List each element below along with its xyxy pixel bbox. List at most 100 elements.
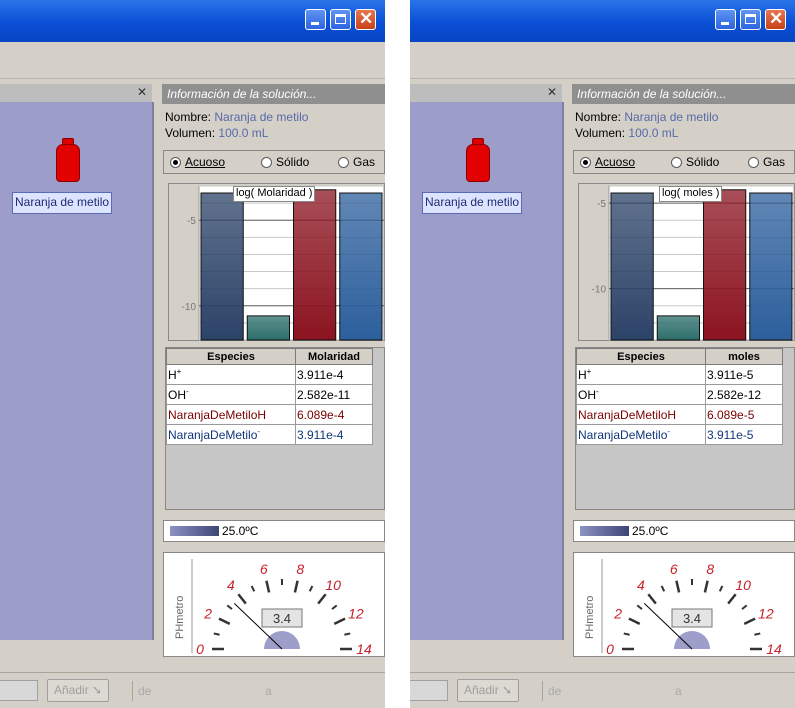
info-name: Nombre: Naranja de metilo (165, 110, 308, 124)
radio-solido[interactable]: Sólido (261, 155, 309, 169)
gauge-label: 4 (637, 577, 645, 593)
ph-meter: PHmetro 0 2 4 6 8 10 12 14 3.4 (163, 552, 385, 657)
species-cell: NaranjaDeMetiloH (166, 404, 296, 425)
minimize-icon (311, 22, 319, 25)
col-header-value: moles (705, 348, 783, 365)
solution-canvas[interactable] (410, 102, 564, 640)
species-cell: NaranjaDeMetilo- (166, 424, 296, 445)
bottle-label: Naranja de metilo (12, 192, 113, 214)
species-cell: NaranjaDeMetilo- (576, 424, 706, 445)
gauge-label: 2 (203, 605, 212, 621)
bottle-label: Naranja de metilo (422, 192, 523, 214)
gauge-label: 6 (260, 561, 268, 577)
table-row: H+ 3.911e-4 (166, 364, 373, 385)
gauge-label: 8 (296, 561, 304, 577)
canvas-header: ✕ (0, 84, 152, 102)
gauge-tick (628, 617, 641, 625)
y-tick-label: -5 (187, 216, 196, 227)
phase-selector: Acuoso Sólido Gas (573, 150, 795, 174)
chart-title: log( moles ) (659, 186, 723, 202)
bar-chart-svg: -5 -10 (182, 185, 385, 341)
maximize-button[interactable] (740, 9, 761, 30)
bar-NaranjaDeMetiloH (293, 189, 337, 341)
volume-value: 100.0 mL (628, 126, 679, 140)
close-icon[interactable]: ✕ (137, 85, 147, 99)
radio-gas[interactable]: Gas (748, 155, 785, 169)
gauge-tick (718, 585, 724, 592)
table-row: NaranjaDeMetilo- 3.911e-5 (576, 424, 783, 445)
temperature-value: 25.0ºC (222, 524, 259, 538)
gauge-tick (331, 604, 338, 610)
value-cell: 3.911e-4 (295, 364, 373, 385)
minimize-button[interactable] (305, 9, 326, 30)
temperature-value: 25.0ºC (632, 524, 669, 538)
gauge-readout: 3.4 (273, 611, 291, 626)
value-cell: 6.089e-4 (295, 404, 373, 425)
name-value: Naranja de metilo (624, 110, 719, 124)
meter-label: PHmetro (174, 596, 186, 639)
gauge-tick (333, 617, 346, 625)
gauge-tick (743, 617, 756, 625)
y-tick-label: -10 (592, 285, 607, 296)
thermometer-bar (580, 526, 629, 536)
radio-gas[interactable]: Gas (338, 155, 375, 169)
bar-chart: -5 -10 log( Molaridad ) (168, 183, 385, 341)
gauge-label: 12 (758, 605, 774, 621)
add-icon: ➘ (92, 683, 103, 697)
close-icon: ✕ (359, 9, 374, 28)
bar-OH- (246, 315, 290, 341)
add-button[interactable]: Añadir ➘ (47, 679, 110, 702)
gauge-label: 12 (348, 605, 364, 621)
bottom-toolbar: Añadir ➘ de a (410, 672, 795, 708)
bottle-icon[interactable] (56, 138, 80, 182)
canvas-header: ✕ (410, 84, 562, 102)
maximize-button[interactable] (330, 9, 351, 30)
close-icon[interactable]: ✕ (547, 85, 557, 99)
chart-title: log( Molaridad ) (233, 186, 316, 202)
value-cell: 3.911e-5 (705, 364, 783, 385)
separator (132, 681, 133, 701)
close-button[interactable]: ✕ (765, 9, 786, 30)
gauge-tick (226, 604, 233, 610)
gauge-label: 14 (356, 641, 372, 657)
col-header-species: Especies (166, 348, 296, 365)
de-label: de (138, 684, 152, 698)
gauge-label: 0 (606, 641, 614, 657)
gauge-tick (636, 604, 643, 610)
radio-acuoso[interactable]: Acuoso (170, 155, 225, 169)
close-button[interactable]: ✕ (355, 9, 376, 30)
add-icon: ➘ (502, 683, 513, 697)
value-cell: 3.911e-5 (705, 424, 783, 445)
col-header-species: Especies (576, 348, 706, 365)
gauge-tick (675, 580, 681, 593)
add-button[interactable]: Añadir ➘ (457, 679, 520, 702)
gauge-label: 4 (227, 577, 235, 593)
app-window-moles: ✕ ✕ Naranja de metilo Información de la … (410, 0, 795, 708)
gauge-tick (344, 632, 351, 636)
minimize-icon (721, 22, 729, 25)
bar-chart: -5 -10 log( moles ) (578, 183, 795, 341)
minimize-button[interactable] (715, 9, 736, 30)
radio-solido[interactable]: Sólido (671, 155, 719, 169)
amount-field[interactable] (0, 680, 38, 701)
radio-acuoso[interactable]: Acuoso (580, 155, 635, 169)
gauge-tick (647, 593, 657, 605)
value-cell: 2.582e-11 (295, 384, 373, 405)
info-volume: Volumen: 100.0 mL (575, 126, 678, 140)
gauge-hub (674, 631, 710, 649)
gauge-tick (741, 604, 748, 610)
ph-meter: PHmetro 0 2 4 6 8 10 12 14 3.4 (573, 552, 795, 657)
col-header-value: Molaridad (295, 348, 373, 365)
bar-H+ (610, 192, 654, 341)
table-row: H+ 3.911e-5 (576, 364, 783, 385)
table-row: NaranjaDeMetilo- 3.911e-4 (166, 424, 373, 445)
bottle-icon[interactable] (466, 138, 490, 182)
species-cell: OH- (166, 384, 296, 405)
amount-field[interactable] (410, 680, 448, 701)
gauge-tick (308, 585, 314, 592)
solution-canvas[interactable] (0, 102, 154, 640)
gauge-readout: 3.4 (683, 611, 701, 626)
volume-label: Volumen: (575, 126, 626, 140)
species-table: Especies moles H+ 3.911e-5 OH- 2.582e-12 N… (575, 347, 795, 510)
species-cell: H+ (166, 364, 296, 385)
